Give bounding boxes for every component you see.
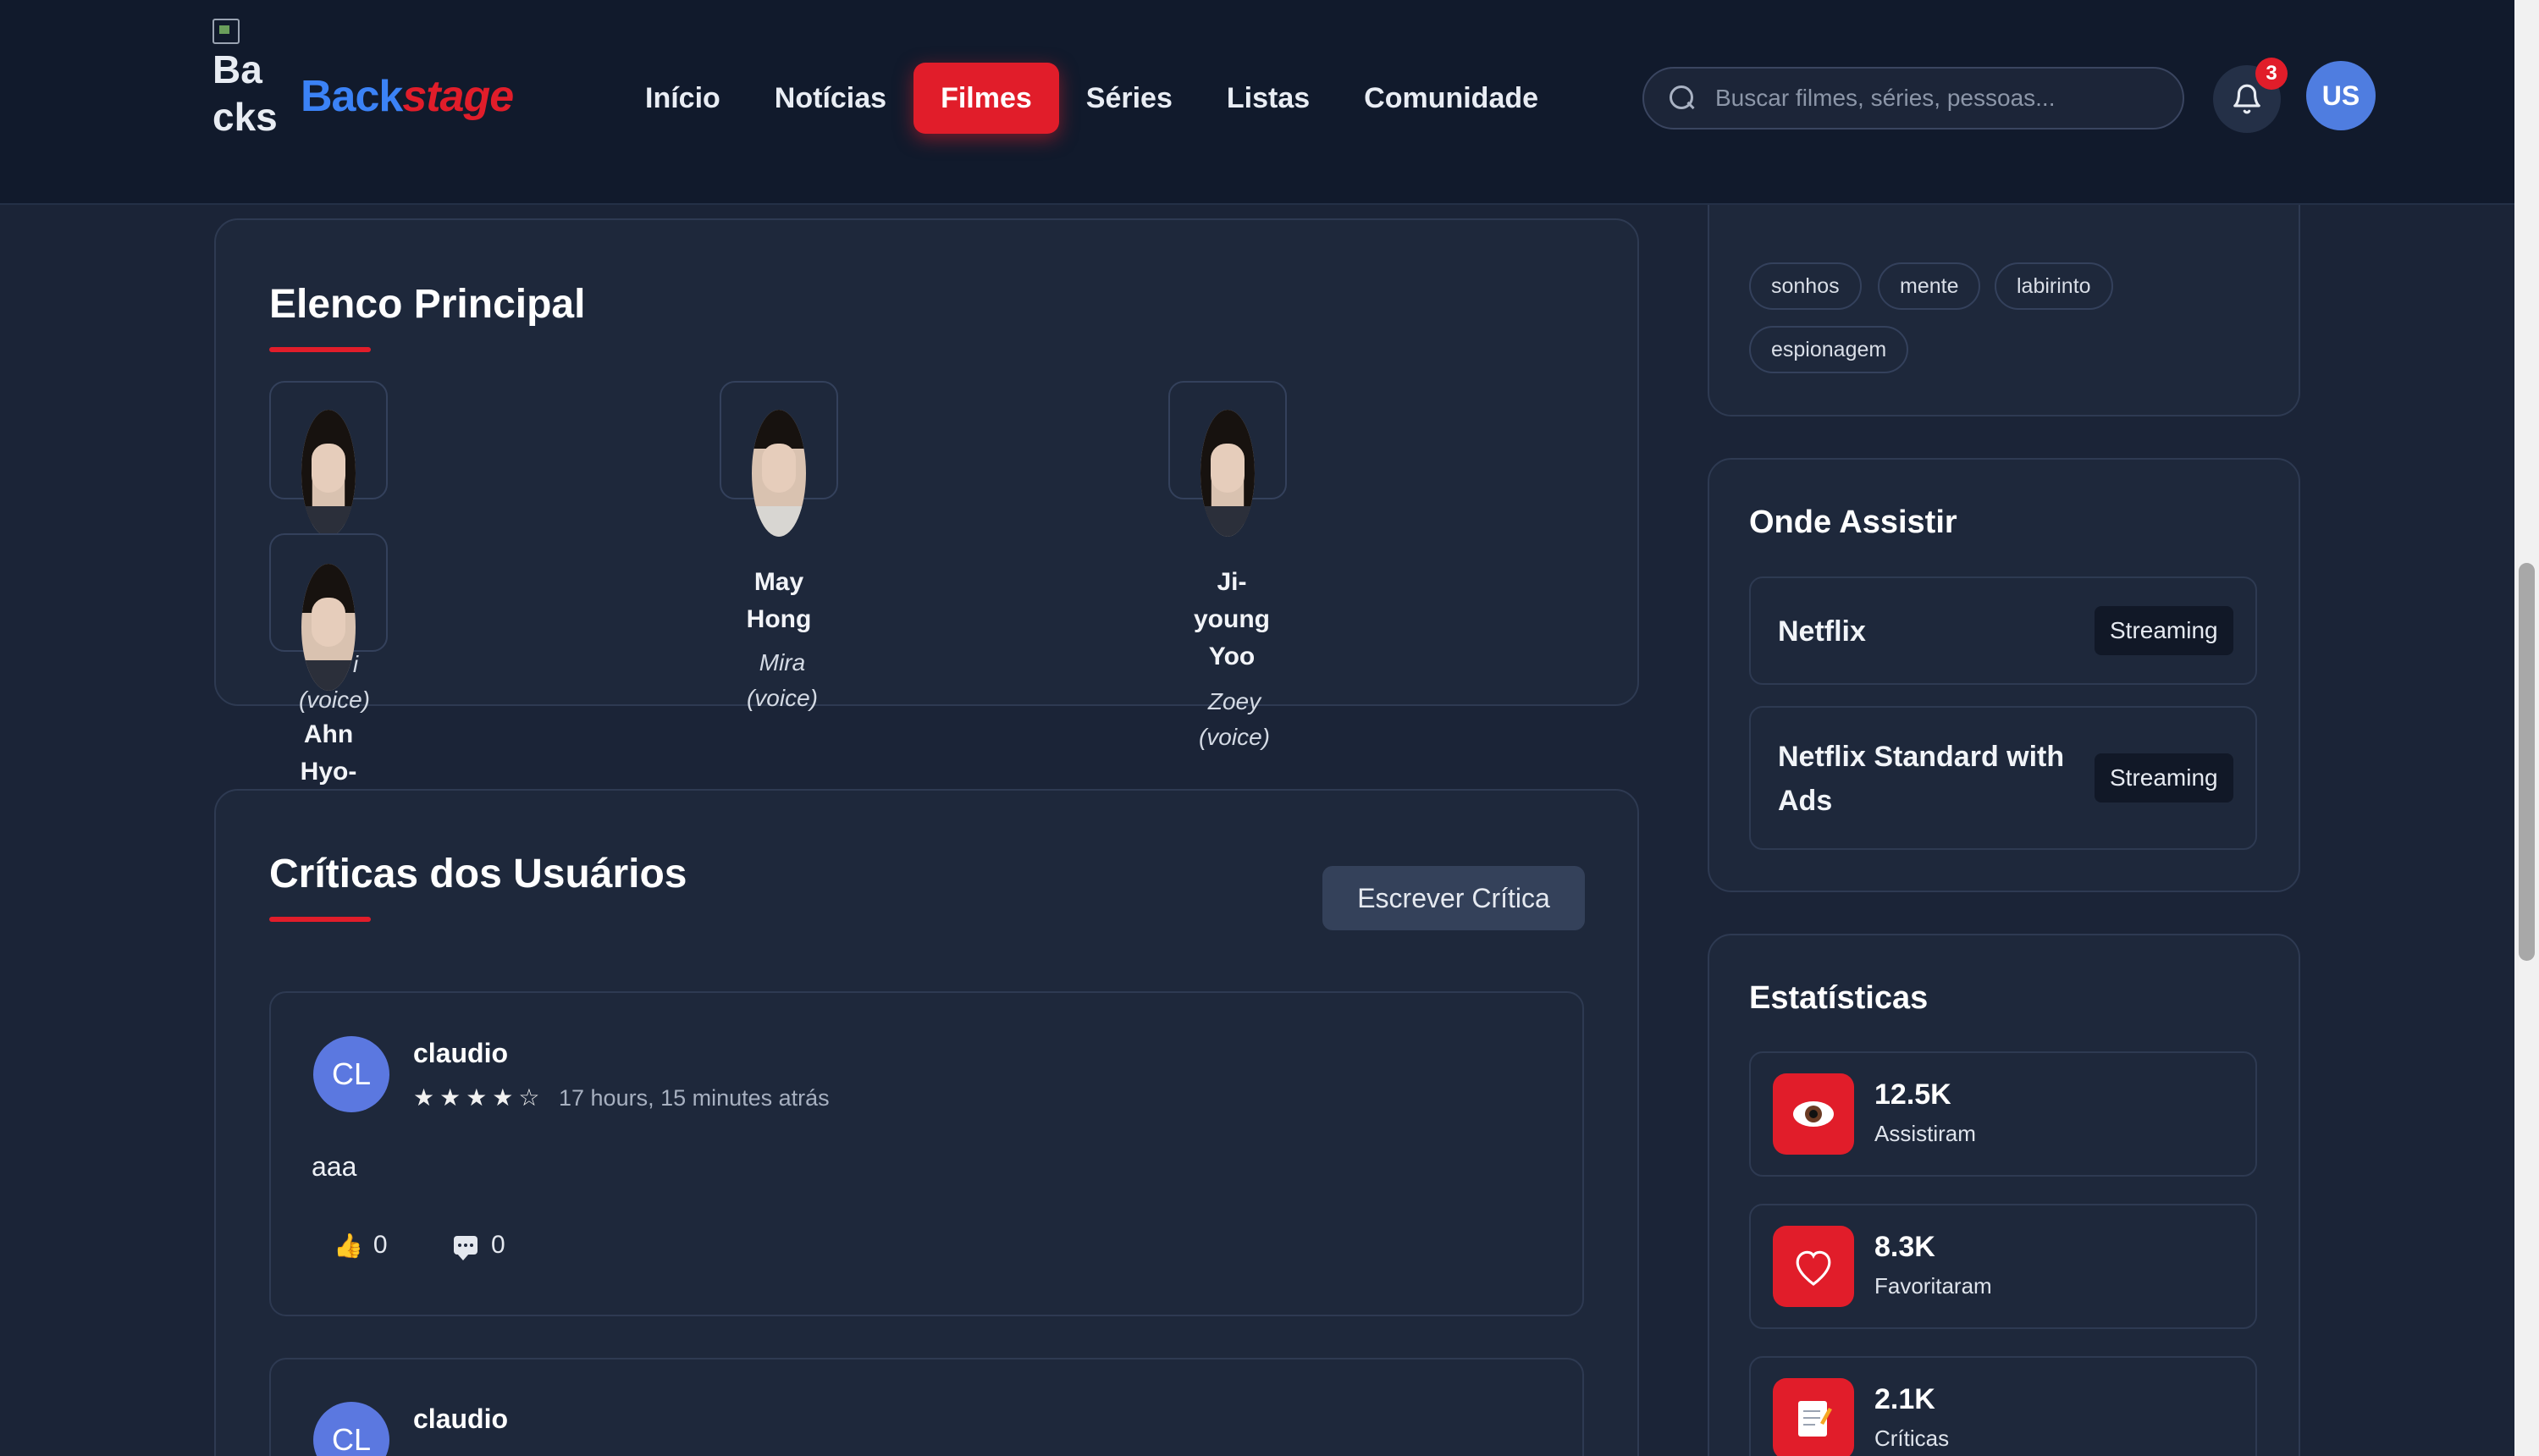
keyword-tag[interactable]: labirinto: [1995, 262, 2113, 310]
brand-name-part1: Back: [301, 72, 403, 121]
nav-comunidade[interactable]: Comunidade: [1337, 63, 1565, 134]
logo-alt-text: Backstage Logo: [213, 47, 278, 139]
reviewer-name[interactable]: claudio: [413, 1038, 508, 1069]
stat-label: Assistiram: [1874, 1121, 1976, 1146]
comment-count: 0: [491, 1231, 505, 1259]
cast-name: Ahn Hyo-: [300, 720, 357, 786]
eye-icon: [1773, 1073, 1854, 1155]
stats-title: Estatísticas: [1749, 980, 1929, 1016]
cast-role: Mira (voice): [746, 649, 818, 711]
cast-photo[interactable]: [752, 410, 806, 537]
top-navbar: Backstage Logo Backstage Início Notícias…: [0, 0, 2514, 205]
like-button[interactable]: 👍 0: [334, 1231, 388, 1260]
stat-item: 8.3K Favoritaram: [1749, 1204, 2257, 1329]
stat-label: Favoritaram: [1874, 1273, 1992, 1299]
user-avatar[interactable]: US: [2306, 61, 2376, 130]
cast-name: Ji-young Yoo: [1194, 568, 1270, 670]
memo-icon: [1773, 1378, 1854, 1456]
provider-type-badge: Streaming: [2095, 606, 2233, 655]
broken-image-icon: [213, 19, 240, 44]
heart-icon: [1773, 1226, 1854, 1307]
nav-inicio[interactable]: Início: [618, 63, 748, 134]
nav-noticias[interactable]: Notícias: [748, 63, 913, 134]
nav-filmes[interactable]: Filmes: [913, 63, 1059, 134]
brand-name[interactable]: Backstage: [301, 71, 514, 122]
provider-type-badge: Streaming: [2095, 753, 2233, 802]
cast-photo[interactable]: [301, 410, 356, 537]
scrollbar-thumb[interactable]: [2519, 563, 2535, 961]
provider-name: Netflix: [1778, 615, 1866, 648]
keyword-tag[interactable]: espionagem: [1749, 326, 1909, 373]
reviewer-name[interactable]: claudio: [413, 1404, 508, 1435]
cast-title-underline: [269, 347, 371, 352]
search-input[interactable]: [1715, 85, 2172, 112]
keyword-tag[interactable]: sonhos: [1749, 262, 1862, 310]
cast-section-title: Elenco Principal: [269, 282, 586, 327]
nav-listas[interactable]: Listas: [1200, 63, 1337, 134]
comment-button[interactable]: 0: [454, 1231, 505, 1260]
reviews-section-title: Críticas dos Usuários: [269, 852, 687, 896]
stat-label: Críticas: [1874, 1426, 1950, 1451]
logo-image[interactable]: Backstage Logo: [213, 19, 284, 141]
review-rating-stars: ★★★★☆: [413, 1084, 545, 1111]
thumbs-up-icon: 👍: [334, 1232, 363, 1259]
cast-role: (voice): [298, 687, 370, 713]
review-timestamp: 17 hours, 15 minutes atrás: [559, 1085, 830, 1111]
comment-icon: [454, 1236, 477, 1260]
where-to-watch-title: Onde Assistir: [1749, 505, 1957, 540]
stat-item: 12.5K Assistiram: [1749, 1051, 2257, 1177]
brand-name-part2: stage: [402, 72, 514, 121]
nav-series[interactable]: Séries: [1059, 63, 1200, 134]
stat-value: 8.3K: [1874, 1231, 1935, 1263]
stat-value: 12.5K: [1874, 1078, 1951, 1111]
reviewer-avatar[interactable]: CL: [313, 1036, 389, 1112]
like-count: 0: [373, 1231, 388, 1259]
cast-name: May Hong: [746, 568, 812, 633]
provider-name: Netflix Standard with Ads: [1778, 741, 2065, 817]
write-review-button[interactable]: Escrever Crítica: [1322, 866, 1585, 930]
reviews-title-underline: [269, 917, 371, 922]
page: Backstage Logo Backstage Início Notícias…: [0, 0, 2539, 1456]
keyword-tag[interactable]: mente: [1878, 262, 1981, 310]
search-box: [1642, 67, 2184, 130]
review-text: aaa: [312, 1151, 357, 1182]
bell-icon: [2233, 84, 2260, 114]
notification-count-badge: 3: [2255, 58, 2288, 90]
stat-item: 2.1K Críticas: [1749, 1356, 2257, 1456]
cast-role: Zoey (voice): [1198, 688, 1270, 750]
cast-photo[interactable]: [1201, 410, 1255, 537]
cast-role-fragment: i: [352, 651, 359, 677]
main-nav: Início Notícias Filmes Séries Listas Com…: [618, 63, 1565, 134]
stat-value: 2.1K: [1874, 1383, 1935, 1415]
search-icon[interactable]: [1668, 84, 1697, 113]
